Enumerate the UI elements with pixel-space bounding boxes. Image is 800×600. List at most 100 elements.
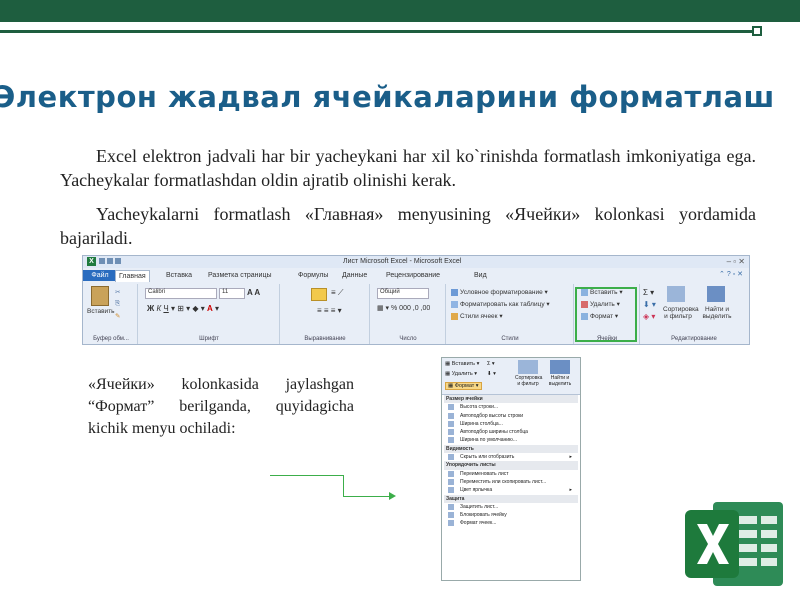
tab-file[interactable]: Файл	[83, 270, 117, 281]
menu-item[interactable]: Ширина по умолчанию...	[444, 436, 578, 444]
connector-arrowhead	[389, 492, 396, 500]
menu-section-header: Упорядочить листы	[444, 461, 578, 470]
menu-item-icon	[448, 503, 454, 510]
excel-logo-icon	[685, 502, 783, 586]
menu-sort-label[interactable]: Сортировка и фильтр	[515, 375, 542, 387]
number-format-value: Общий	[380, 289, 400, 295]
menu-item[interactable]: Защитить лист...	[444, 503, 578, 511]
menu-item-label: Скрыть или отобразить	[460, 454, 515, 461]
menu-ribbon-strip: ▦ Вставить ▾ ▦ Удалить ▾ ▦ Формат ▾ Σ ▾ …	[442, 358, 580, 395]
cells-highlight-frame	[575, 287, 637, 342]
number-buttons[interactable]: ▦ ▾ % 000 ,0 ,00	[377, 304, 430, 312]
tab-insert[interactable]: Вставка	[163, 270, 195, 281]
menu-item[interactable]: Переименовать лист	[444, 470, 578, 478]
menu-item-icon	[448, 404, 454, 411]
menu-item-icon	[448, 512, 454, 519]
menu-item-label: Размер ячейки	[446, 396, 483, 402]
font-name-select[interactable]: Calibri	[145, 288, 217, 299]
top-bar	[0, 0, 800, 22]
font-name-value: Calibri	[148, 289, 166, 295]
align-buttons[interactable]: ≡ ≡ ≡ ▾	[317, 306, 342, 315]
group-label-editing: Редактирование	[671, 336, 717, 342]
group-alignment: ≡ ⟋ ≡ ≡ ≡ ▾ Выравнивание	[281, 284, 370, 344]
orientation-icon[interactable]: ≡ ⟋	[331, 288, 344, 298]
connector-line-vertical	[343, 475, 344, 497]
menu-format-button[interactable]: ▦ Формат ▾	[445, 382, 482, 390]
menu-item[interactable]: Цвет ярлычка ▸	[444, 486, 578, 494]
menu-item-label: Высота строки...	[460, 404, 499, 411]
menu-item[interactable]: Автоподбор высоты строки	[444, 412, 578, 420]
menu-insert-button[interactable]: ▦ Вставить ▾	[445, 361, 479, 367]
format-as-table-button[interactable]: Форматировать как таблицу ▾	[451, 300, 550, 308]
font-size-value: 11	[222, 289, 229, 295]
menu-item-label: Защитить лист...	[460, 503, 499, 510]
tab-formulas[interactable]: Формулы	[295, 270, 331, 281]
fill-icon[interactable]: ⬇ ▾	[643, 300, 656, 309]
menu-item[interactable]: Скрыть или отобразить ▸	[444, 453, 578, 461]
menu-item-icon	[448, 420, 454, 427]
menu-item[interactable]: Ширина столбца...	[444, 420, 578, 428]
menu-item[interactable]: Автоподбор ширины столбца	[444, 428, 578, 436]
menu-sum-icon[interactable]: Σ ▾	[487, 361, 495, 367]
group-label-font: Шрифт	[199, 336, 219, 342]
menu-item-icon	[448, 478, 454, 485]
tab-page-layout[interactable]: Разметка страницы	[205, 270, 275, 281]
quick-access-toolbar[interactable]	[99, 258, 129, 265]
menu-find-label[interactable]: Найти и выделить	[547, 375, 573, 387]
group-number: Общий ▦ ▾ % 000 ,0 ,00 Число	[371, 284, 446, 344]
menu-section-header: Защита	[444, 494, 578, 503]
menu-fill-icon[interactable]: ⬇ ▾	[487, 371, 496, 377]
paste-icon[interactable]	[91, 286, 109, 306]
sort-filter-label[interactable]: Сортировка и фильтр	[663, 306, 699, 320]
copy-icon[interactable]: ⎘	[115, 300, 120, 308]
group-styles: Условное форматирование ▾ Форматировать …	[447, 284, 574, 344]
format-painter-icon[interactable]: ✎	[115, 312, 120, 320]
menu-item-label: Автоподбор высоты строки	[460, 412, 524, 419]
menu-item-label: Цвет ярлычка	[460, 487, 493, 494]
excel-app-icon[interactable]: X	[87, 257, 96, 266]
find-select-icon[interactable]	[707, 286, 725, 302]
menu-item[interactable]: Блокировать ячейку	[444, 511, 578, 519]
autosum-icon[interactable]: Σ ▾	[643, 288, 654, 297]
tab-data[interactable]: Данные	[339, 270, 370, 281]
grow-font-icon[interactable]: A A	[247, 288, 260, 297]
connector-line	[270, 475, 344, 476]
paragraph-2: Yacheykalarni formatlash «Главная» menyu…	[60, 204, 756, 248]
menu-item[interactable]: Переместить или скопировать лист...	[444, 478, 578, 486]
number-format-select[interactable]: Общий	[377, 288, 429, 299]
menu-item[interactable]: Формат ячеек...	[444, 519, 578, 527]
conditional-format-button[interactable]: Условное форматирование ▾	[451, 288, 548, 296]
ribbon-tabs: Файл Главная Вставка Разметка страницы Ф…	[83, 270, 749, 282]
window-controls[interactable]: – ▫ ✕	[727, 257, 745, 266]
submenu-arrow-icon: ▸	[569, 454, 572, 461]
sort-filter-icon[interactable]	[667, 286, 685, 302]
menu-item-icon	[448, 520, 454, 527]
menu-item-label: Блокировать ячейку	[460, 512, 507, 519]
help-icon[interactable]: ⌃ ? ▫ ✕	[719, 270, 743, 278]
clear-icon[interactable]: ◈ ▾	[643, 312, 655, 321]
tab-home[interactable]: Главная	[115, 270, 150, 282]
find-select-label[interactable]: Найти и выделить	[699, 306, 735, 320]
menu-item-icon	[448, 470, 454, 477]
tab-view[interactable]: Вид	[471, 270, 490, 281]
tab-review[interactable]: Рецензирование	[383, 270, 443, 281]
cut-icon[interactable]: ✂	[115, 288, 120, 296]
menu-item-label: Видимость	[446, 445, 474, 452]
group-label-clipboard: Буфер обм...	[93, 336, 129, 342]
cell-styles-button[interactable]: Стили ячеек ▾	[451, 312, 503, 320]
menu-delete-button[interactable]: ▦ Удалить ▾	[445, 371, 477, 377]
menu-item-icon	[448, 437, 454, 444]
format-menu-screenshot: ▦ Вставить ▾ ▦ Удалить ▾ ▦ Формат ▾ Σ ▾ …	[441, 357, 581, 581]
font-size-select[interactable]: 11	[219, 288, 245, 299]
group-clipboard: Вставить ✂ ⎘ ✎ Буфер обм...	[85, 284, 138, 344]
paste-label[interactable]: Вставить	[87, 308, 115, 315]
ribbon-title-bar: X Лист Microsoft Excel - Microsoft Excel…	[83, 256, 749, 268]
menu-item[interactable]: Высота строки...	[444, 403, 578, 411]
menu-sort-icon[interactable]	[518, 360, 538, 374]
top-divider	[0, 30, 752, 33]
menu-item-label: Автоподбор ширины столбца	[460, 429, 528, 436]
menu-find-icon[interactable]	[550, 360, 570, 374]
format-buttons[interactable]: Ж К Ч ▾ ⊞ ▾ ◆ ▾ A ▾	[147, 304, 219, 313]
menu-item-label: Упорядочить листы	[446, 462, 496, 469]
wrap-text-icon[interactable]	[311, 288, 327, 301]
